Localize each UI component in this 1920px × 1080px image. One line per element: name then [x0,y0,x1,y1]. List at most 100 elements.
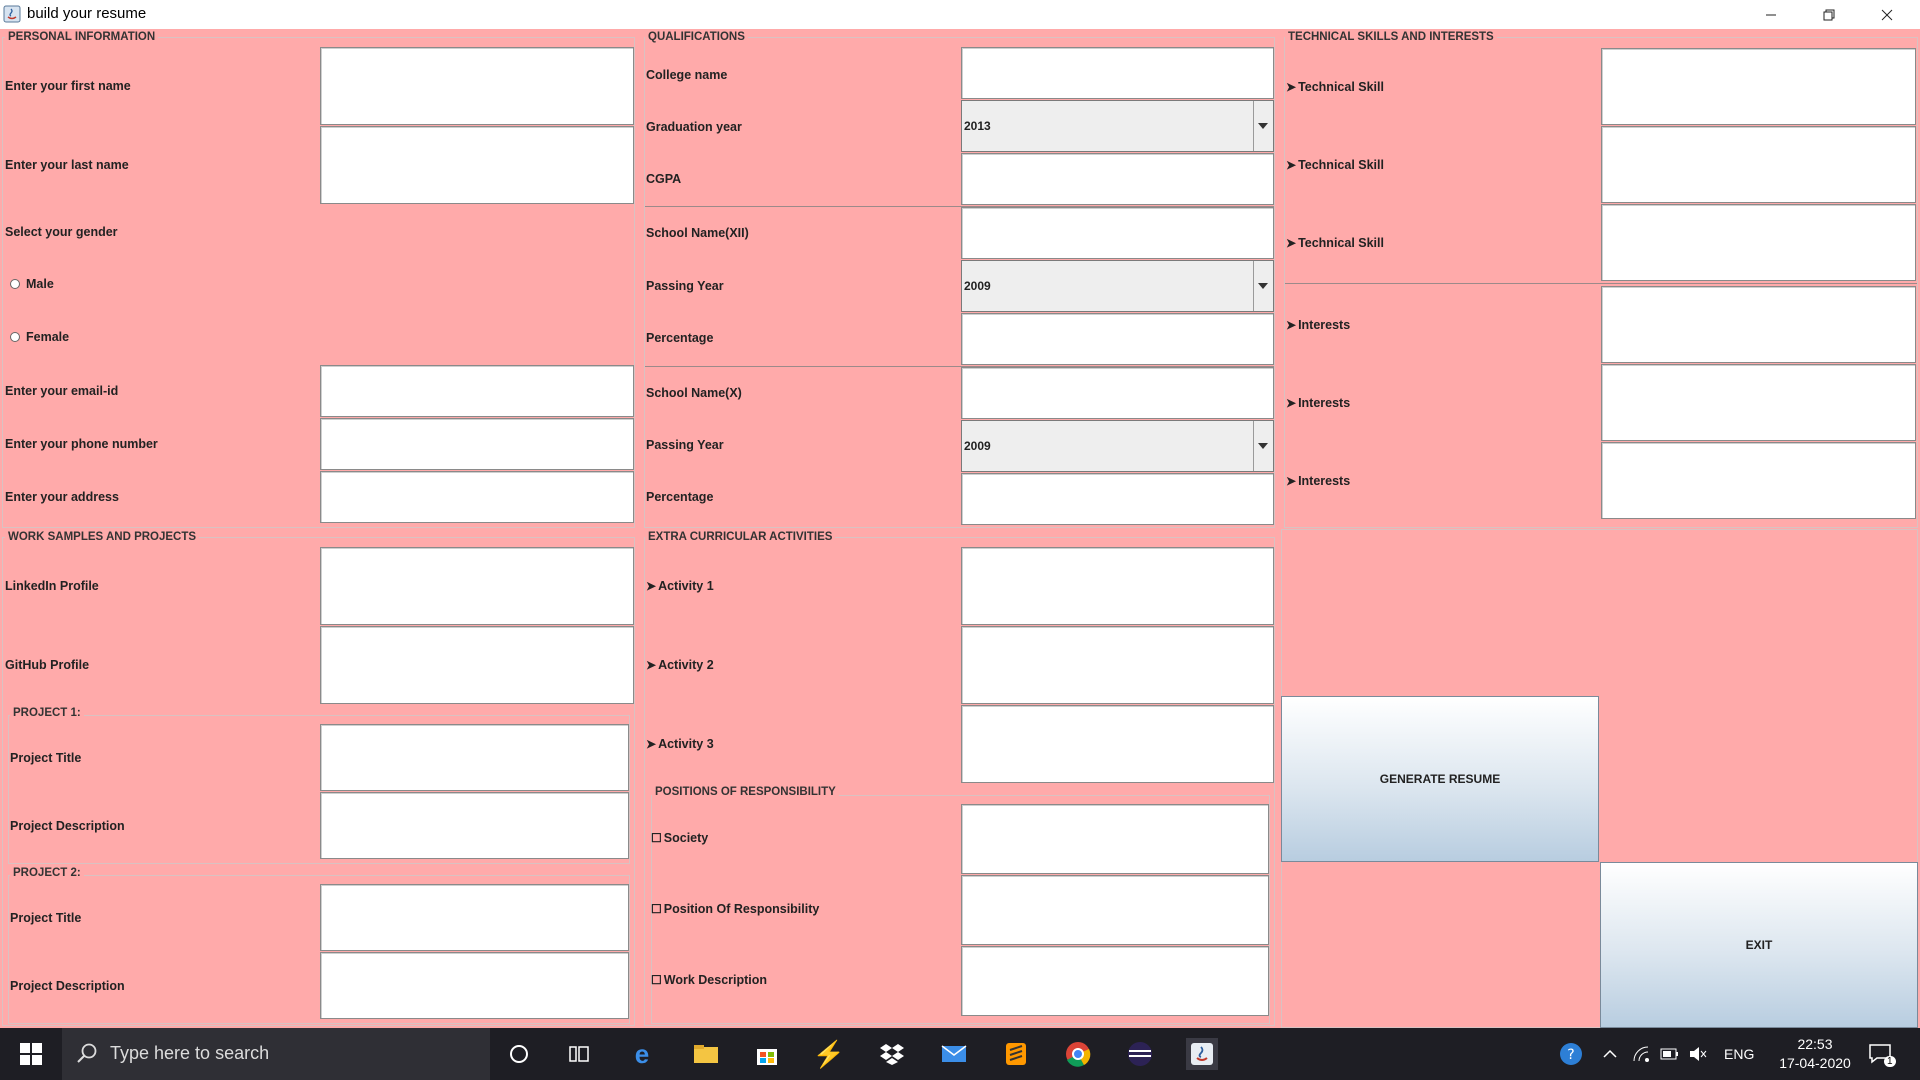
activity-1-field[interactable] [961,547,1274,625]
last-name-field[interactable] [320,126,634,204]
java-taskbar-icon[interactable] [1186,1038,1218,1070]
store-icon[interactable] [751,1038,783,1070]
svg-text:?: ? [1567,1047,1574,1063]
position-label: ☐ Position Of Responsibility [651,902,820,916]
technical-skill-3-field[interactable] [1601,204,1916,281]
passing-year-10-value: 2009 [964,439,991,453]
dropbox-icon[interactable] [876,1038,908,1070]
chevron-down-icon[interactable] [1253,101,1273,151]
chevron-up-icon[interactable] [1602,1028,1618,1080]
interest-2-field[interactable] [1601,364,1916,441]
edge-icon[interactable]: e [626,1038,658,1070]
project-1-title-field[interactable] [320,724,629,791]
interest-3-field[interactable] [1601,442,1916,519]
school10-field[interactable] [961,367,1274,419]
email-field[interactable] [320,365,634,417]
work-desc-field[interactable] [961,946,1269,1016]
sublime-text-icon[interactable] [1000,1038,1032,1070]
school12-label: School Name(XII) [646,226,749,240]
passing-year-10-select[interactable]: 2009 [961,420,1274,472]
network-icon[interactable] [1632,1028,1650,1080]
close-icon [1881,9,1893,20]
interest-1-field[interactable] [1601,286,1916,363]
eclipse-icon[interactable] [1124,1038,1156,1070]
college-field[interactable] [961,47,1274,99]
arrow-right-icon: ➤ [1286,80,1297,94]
email-label: Enter your email-id [5,384,119,398]
project-2-desc-field[interactable] [320,952,629,1019]
graduation-year-label: Graduation year [646,120,742,134]
male-radio[interactable] [10,279,20,289]
generate-resume-button[interactable]: GENERATE RESUME [1281,696,1599,862]
restore-button[interactable] [1800,0,1858,29]
close-button[interactable] [1858,0,1916,29]
arrow-right-icon: ➤ [1286,474,1297,488]
battery-icon[interactable] [1660,1028,1680,1080]
chevron-down-icon[interactable] [1253,421,1273,471]
start-button[interactable] [0,1028,62,1080]
interest-1-label: ➤ Interests [1286,318,1351,332]
project-1-desc-field[interactable] [320,792,629,859]
first-name-field[interactable] [320,47,634,125]
visual-studio-icon[interactable]: ⚡ [813,1038,845,1070]
college-label: College name [646,68,728,82]
percentage-12-field[interactable] [961,313,1274,365]
notification-button[interactable]: 1 [1868,1028,1896,1080]
passing-year-10-label: Passing Year [646,438,724,452]
exit-button[interactable]: EXIT [1600,862,1918,1028]
github-field[interactable] [320,626,634,704]
phone-field[interactable] [320,418,634,470]
percentage-10-label: Percentage [646,490,714,504]
mail-icon[interactable] [938,1038,970,1070]
file-explorer-icon[interactable] [690,1038,722,1070]
arrow-right-icon: ➤ [1286,318,1297,332]
chrome-icon[interactable] [1062,1038,1094,1070]
linkedin-label: LinkedIn Profile [5,579,99,593]
clock-time: 22:53 [1797,1036,1833,1052]
help-icon[interactable]: ? [1558,1028,1584,1080]
cortana-icon[interactable] [503,1038,535,1070]
linkedin-field[interactable] [320,547,634,625]
project-2-title-field[interactable] [320,884,629,951]
project-1-desc-label: Project Description [10,819,125,833]
activity-3-field[interactable] [961,705,1274,783]
passing-year-12-label: Passing Year [646,279,724,293]
arrow-right-icon: ➤ [646,658,657,672]
society-field[interactable] [961,804,1269,874]
github-label: GitHub Profile [5,658,90,672]
arrow-right-icon: ➤ [1286,158,1297,172]
volume-muted-icon[interactable] [1689,1028,1707,1080]
percentage-10-field[interactable] [961,473,1274,525]
taskbar-search[interactable]: Type here to search [62,1028,490,1080]
society-label: ☐ Society [651,831,709,845]
activity-3-label: ➤ Activity 3 [646,737,714,751]
language-indicator[interactable]: ENG [1724,1028,1754,1080]
technical-skill-2-field[interactable] [1601,126,1916,203]
arrow-right-icon: ➤ [646,737,657,751]
windows-icon [20,1043,42,1065]
minimize-icon [1766,14,1776,15]
positions-title: POSITIONS OF RESPONSIBILITY [652,786,839,798]
cgpa-field[interactable] [961,153,1274,205]
task-view-icon[interactable] [563,1038,595,1070]
java-app-icon [3,5,21,23]
passing-year-12-select[interactable]: 2009 [961,260,1274,312]
position-field[interactable] [961,875,1269,945]
notification-count: 1 [1884,1056,1896,1067]
window-title: build your resume [27,5,147,22]
graduation-year-value: 2013 [964,119,991,133]
school10-label: School Name(X) [646,386,742,400]
female-radio[interactable] [10,332,20,342]
skills-title: TECHNICAL SKILLS AND INTERESTS [1285,31,1497,43]
chevron-down-icon[interactable] [1253,261,1273,311]
first-name-label: Enter your first name [5,79,131,93]
address-field[interactable] [320,471,634,523]
minimize-button[interactable] [1742,0,1800,29]
arrow-right-icon: ➤ [1286,236,1297,250]
system-clock[interactable]: 22:53 17-04-2020 [1770,1035,1860,1073]
technical-skill-1-field[interactable] [1601,48,1916,125]
graduation-year-select[interactable]: 2013 [961,100,1274,152]
activity-2-field[interactable] [961,626,1274,704]
phone-label: Enter your phone number [5,437,158,451]
school12-field[interactable] [961,207,1274,259]
